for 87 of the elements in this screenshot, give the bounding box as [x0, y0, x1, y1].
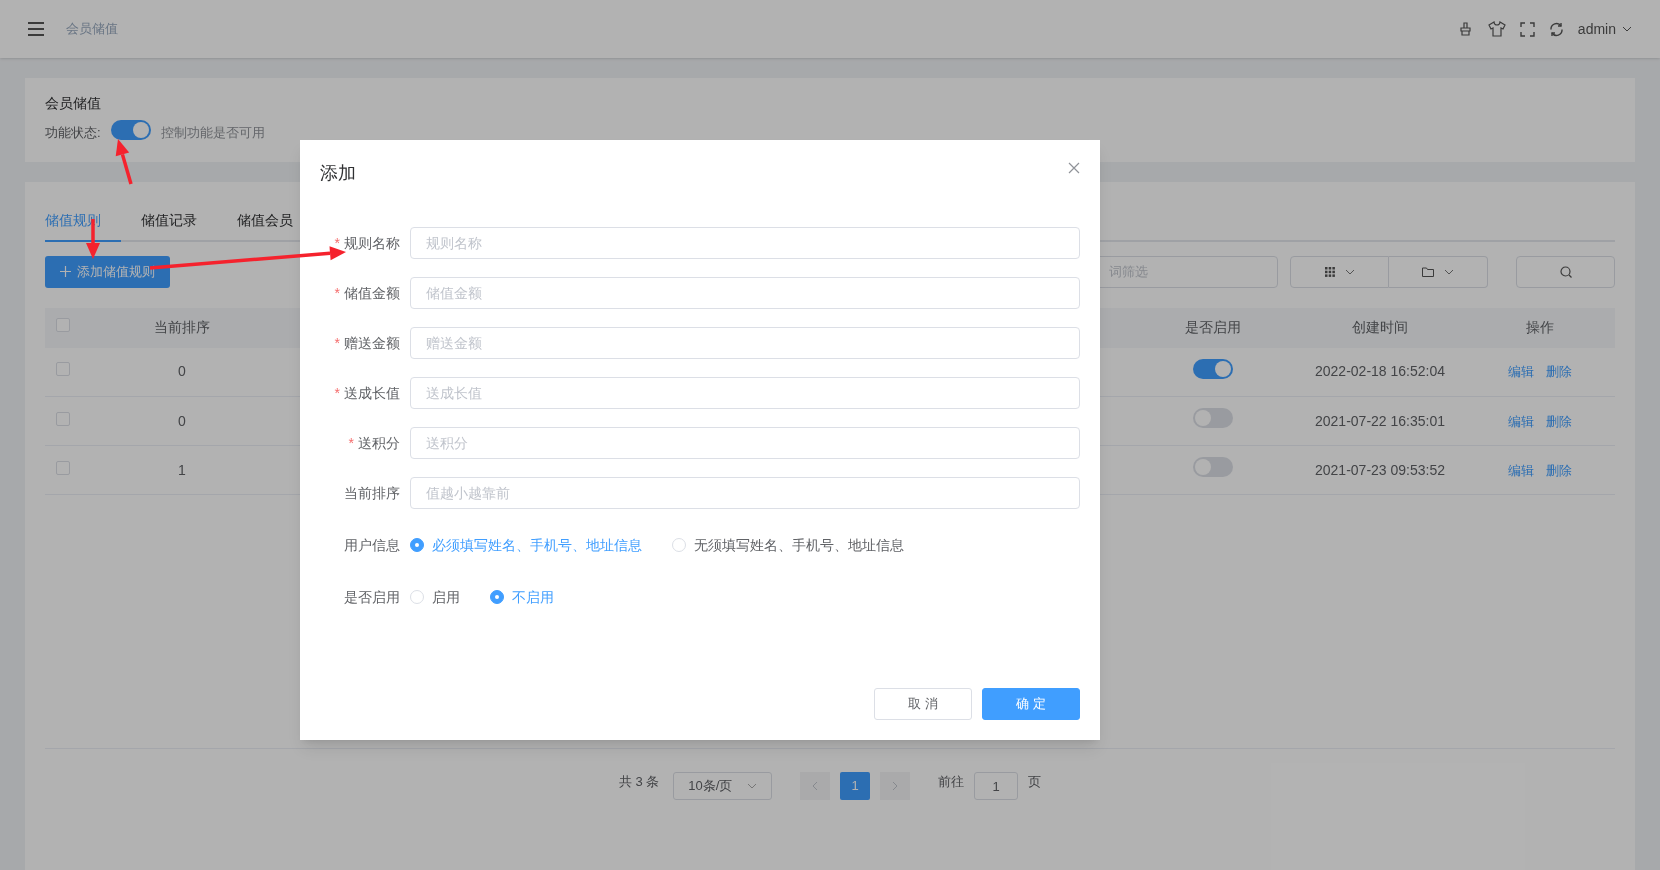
table-cell: 2021-07-22 16:35:01: [1295, 396, 1465, 446]
required-mark: *: [334, 234, 340, 251]
dialog-title: 添加: [320, 162, 356, 185]
page-suffix: 页: [1028, 773, 1042, 791]
toggle-switch[interactable]: [1192, 358, 1233, 379]
fullscreen-icon[interactable]: [1519, 21, 1535, 37]
action-link[interactable]: 删除: [1546, 364, 1572, 380]
radio-label[interactable]: 无须填写姓名、手机号、地址信息: [694, 534, 904, 556]
field-label: 用户信息: [343, 535, 401, 555]
required-mark: *: [348, 434, 354, 451]
annotation-arrow: [115, 139, 133, 185]
cancel-button[interactable]: 取 消: [874, 688, 972, 720]
radio-button[interactable]: [410, 538, 424, 552]
required-mark: *: [334, 334, 340, 351]
tab[interactable]: 储值记录: [121, 201, 217, 242]
column-header: 操作: [1465, 307, 1615, 348]
table-cell: 2022-02-18 16:52:04: [1295, 347, 1465, 397]
input-field[interactable]: 送成长值: [410, 377, 1080, 409]
table-cell: 0: [81, 396, 283, 446]
field-label: 储值金额: [344, 284, 400, 301]
field-label: 送积分: [358, 434, 400, 451]
prev-page-button[interactable]: [800, 772, 831, 800]
action-link[interactable]: 编辑: [1508, 413, 1534, 429]
radio-label[interactable]: 必须填写姓名、手机号、地址信息: [432, 534, 642, 556]
input-field[interactable]: 送积分: [410, 427, 1080, 459]
close-icon[interactable]: [1068, 162, 1080, 174]
goto-label: 前往: [938, 773, 965, 791]
required-mark: *: [334, 284, 340, 301]
input-field[interactable]: 值越小越靠前: [410, 477, 1080, 509]
search-button[interactable]: [1516, 255, 1615, 288]
radio-label[interactable]: 不启用: [512, 586, 554, 608]
folder-icon: [1422, 266, 1434, 277]
chevron-left-icon: [812, 781, 819, 791]
action-link[interactable]: 删除: [1546, 462, 1572, 478]
breadcrumb[interactable]: 会员储值: [66, 19, 118, 39]
column-header: 创建时间: [1295, 307, 1465, 348]
field-label: 当前排序: [344, 484, 400, 501]
grid-icon: [1324, 266, 1335, 277]
search-icon: [1559, 265, 1572, 278]
status-label: 功能状态:: [45, 124, 101, 142]
confirm-button[interactable]: 确 定: [982, 688, 1080, 720]
tab[interactable]: 储值会员: [217, 201, 313, 242]
page-size-select[interactable]: 10条/页: [673, 772, 773, 800]
column-header: 当前排序: [81, 307, 283, 348]
next-page-button[interactable]: [880, 772, 911, 800]
card-title: 会员储值: [45, 94, 102, 113]
checkbox[interactable]: [56, 460, 70, 475]
shirt-icon[interactable]: [1487, 21, 1506, 37]
refresh-icon[interactable]: [1548, 21, 1564, 37]
radio-button[interactable]: [490, 590, 504, 604]
plus-icon: [60, 266, 71, 277]
action-link[interactable]: 删除: [1546, 413, 1572, 429]
toggle-switch[interactable]: [1192, 408, 1233, 428]
total-count: 共 3 条: [618, 773, 660, 791]
page-number[interactable]: 1: [840, 772, 871, 800]
required-mark: *: [334, 384, 340, 401]
field-label: 赠送金额: [344, 334, 400, 351]
folder-dropdown[interactable]: [1389, 255, 1488, 288]
toggle-switch[interactable]: [1192, 457, 1233, 477]
input-field[interactable]: 规则名称: [410, 227, 1080, 259]
user-menu[interactable]: admin: [1577, 18, 1632, 40]
brush-icon[interactable]: [1457, 21, 1474, 37]
chevron-down-icon: [1444, 268, 1454, 275]
field-label: 送成长值: [344, 384, 400, 401]
action-link[interactable]: 编辑: [1508, 462, 1534, 478]
radio-label[interactable]: 启用: [432, 586, 460, 608]
checkbox[interactable]: [56, 362, 70, 377]
chevron-down-icon: [747, 783, 758, 789]
checkbox[interactable]: [56, 318, 70, 332]
chevron-right-icon: [892, 781, 899, 791]
field-label: 规则名称: [344, 234, 400, 251]
table-cell: 0: [81, 347, 283, 397]
column-header: 是否启用: [1130, 307, 1295, 348]
chevron-down-icon: [1344, 268, 1355, 275]
field-label: 是否启用: [343, 587, 401, 607]
chevron-down-icon: [1622, 26, 1632, 32]
grid-dropdown[interactable]: [1290, 255, 1389, 288]
table-cell: 1: [81, 445, 283, 495]
input-field[interactable]: 储值金额: [410, 277, 1080, 309]
page-input[interactable]: 1: [974, 772, 1019, 800]
action-link[interactable]: 编辑: [1508, 364, 1534, 380]
menu-icon[interactable]: [28, 22, 44, 36]
input-field[interactable]: 赠送金额: [410, 327, 1080, 359]
hint-text: 控制功能是否可用: [160, 124, 265, 142]
toggle-switch[interactable]: [110, 120, 151, 140]
checkbox[interactable]: [56, 411, 70, 426]
table-cell: 2021-07-23 09:53:52: [1295, 445, 1465, 495]
